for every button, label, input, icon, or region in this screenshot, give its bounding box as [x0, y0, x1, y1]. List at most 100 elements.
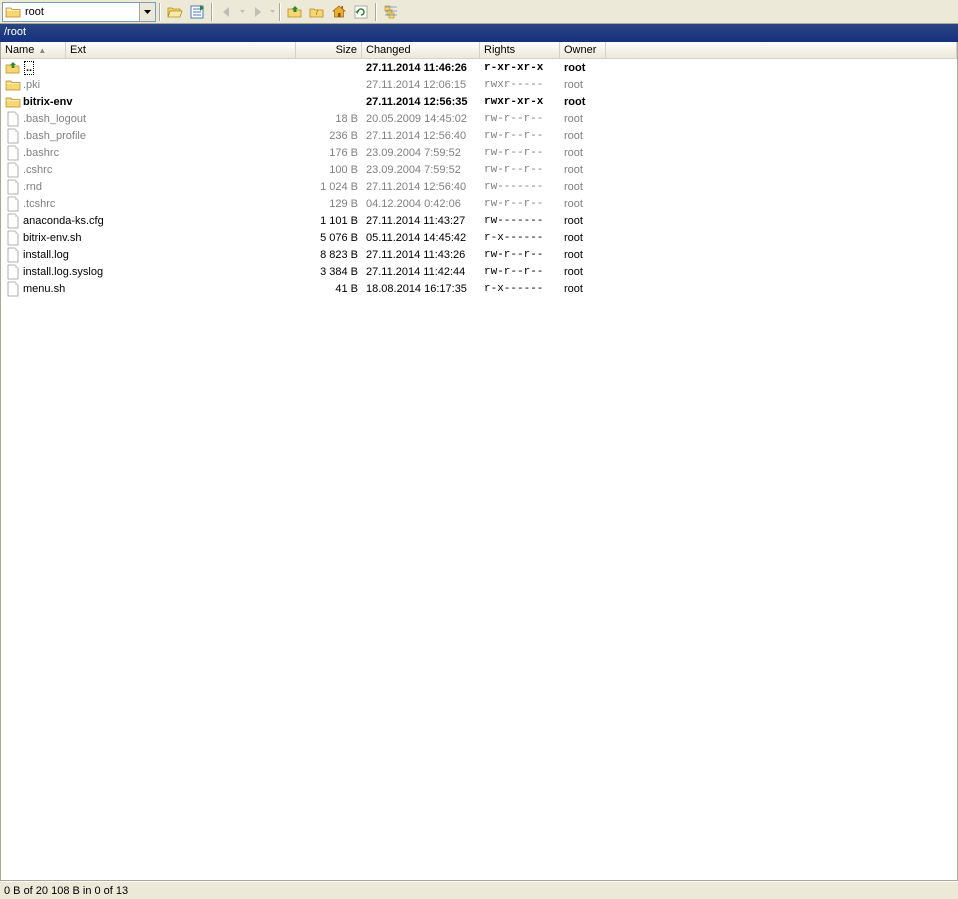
file-name-text: .bash_logout: [23, 113, 86, 125]
file-list[interactable]: ..27.11.2014 11:46:26r-xr-xr-xroot.pki27…: [1, 59, 957, 880]
svg-text:/: /: [316, 10, 318, 17]
file-size-cell: 100 B: [296, 164, 362, 176]
file-changed-cell: 20.05.2009 14:45:02: [362, 113, 480, 125]
file-size-cell: 176 B: [296, 147, 362, 159]
parent-folder-button[interactable]: [284, 1, 306, 23]
status-text: 0 B of 20 108 B in 0 of 13: [4, 885, 128, 897]
file-owner-cell: root: [560, 164, 606, 176]
back-button[interactable]: [216, 1, 238, 23]
col-header-owner[interactable]: Owner: [560, 42, 606, 58]
file-icon: [5, 179, 21, 195]
file-rights-cell: r-x------: [480, 283, 560, 295]
file-owner-cell: root: [560, 96, 606, 108]
file-name-cell: menu.sh: [1, 281, 296, 297]
file-row[interactable]: bitrix-env.sh5 076 B05.11.2014 14:45:42r…: [1, 229, 957, 246]
col-header-rights[interactable]: Rights: [480, 42, 560, 58]
file-row[interactable]: .bash_logout18 B20.05.2009 14:45:02rw-r-…: [1, 110, 957, 127]
back-dropdown[interactable]: [238, 10, 246, 13]
sort-ascending-icon: ▲: [38, 46, 46, 55]
file-name-cell: ..: [1, 60, 296, 76]
file-row[interactable]: menu.sh41 B18.08.2014 16:17:35r-x------r…: [1, 280, 957, 297]
file-icon: [5, 281, 21, 297]
file-name-cell: .bash_profile: [1, 128, 296, 144]
file-changed-cell: 05.11.2014 14:45:42: [362, 232, 480, 244]
file-name-cell: install.log: [1, 247, 296, 263]
root-folder-button[interactable]: /: [306, 1, 328, 23]
file-owner-cell: root: [560, 147, 606, 159]
file-name-cell: install.log.syslog: [1, 264, 296, 280]
file-rights-cell: rw-r--r--: [480, 130, 560, 142]
file-rights-cell: rw-r--r--: [480, 164, 560, 176]
file-row[interactable]: anaconda-ks.cfg1 101 B27.11.2014 11:43:2…: [1, 212, 957, 229]
file-changed-cell: 18.08.2014 16:17:35: [362, 283, 480, 295]
file-name-cell: .tcshrc: [1, 196, 296, 212]
file-rights-cell: rw-r--r--: [480, 198, 560, 210]
file-name-text: .pki: [23, 79, 40, 91]
col-header-size[interactable]: Size: [296, 42, 362, 58]
path-selector: [2, 2, 156, 22]
file-name-text: .bashrc: [23, 147, 59, 159]
file-row[interactable]: .tcshrc129 B04.12.2004 0:42:06rw-r--r--r…: [1, 195, 957, 212]
file-icon: [5, 213, 21, 229]
file-icon: [5, 111, 21, 127]
forward-dropdown[interactable]: [268, 10, 276, 13]
file-row[interactable]: install.log.syslog3 384 B27.11.2014 11:4…: [1, 263, 957, 280]
file-row[interactable]: .cshrc100 B23.09.2004 7:59:52rw-r--r--ro…: [1, 161, 957, 178]
file-owner-cell: root: [560, 113, 606, 125]
home-button[interactable]: [328, 1, 350, 23]
file-row[interactable]: ..27.11.2014 11:46:26r-xr-xr-xroot: [1, 59, 957, 76]
path-dropdown-button[interactable]: [139, 3, 155, 21]
open-folder-button[interactable]: [164, 1, 186, 23]
file-owner-cell: root: [560, 79, 606, 91]
file-rights-cell: rw-------: [480, 181, 560, 193]
file-changed-cell: 27.11.2014 12:56:40: [362, 130, 480, 142]
file-owner-cell: root: [560, 130, 606, 142]
file-changed-cell: 23.09.2004 7:59:52: [362, 147, 480, 159]
file-owner-cell: root: [560, 249, 606, 261]
file-row[interactable]: bitrix-env 27.11.2014 12:56:35rwxr-xr-xro…: [1, 93, 957, 110]
file-name-text: .rnd: [23, 181, 42, 193]
file-row[interactable]: .bash_profile236 B27.11.2014 12:56:40rw-…: [1, 127, 957, 144]
col-header-changed[interactable]: Changed: [362, 42, 480, 58]
file-name-cell: anaconda-ks.cfg: [1, 213, 296, 229]
col-header-ext[interactable]: Ext: [66, 42, 296, 58]
file-name-text: bitrix-env: [23, 96, 73, 108]
status-bar: 0 B of 20 108 B in 0 of 13: [0, 881, 958, 899]
file-name-text: ..: [24, 61, 34, 75]
file-owner-cell: root: [560, 62, 606, 74]
refresh-list-button[interactable]: [186, 1, 208, 23]
file-rights-cell: rw-r--r--: [480, 147, 560, 159]
file-row[interactable]: install.log8 823 B27.11.2014 11:43:26rw-…: [1, 246, 957, 263]
file-rights-cell: rwxr-----: [480, 79, 560, 91]
current-path-bar: /root: [0, 24, 958, 42]
file-size-cell: 129 B: [296, 198, 362, 210]
file-rights-cell: r-xr-xr-x: [480, 62, 560, 74]
file-name-cell: .bashrc: [1, 145, 296, 161]
file-size-cell: 8 823 B: [296, 249, 362, 261]
forward-button[interactable]: [246, 1, 268, 23]
path-input[interactable]: [23, 5, 139, 19]
file-rights-cell: rwxr-xr-x: [480, 96, 560, 108]
file-rights-cell: rw-r--r--: [480, 249, 560, 261]
find-button[interactable]: [380, 1, 402, 23]
refresh-button[interactable]: [350, 1, 372, 23]
file-row[interactable]: .bashrc 176 B23.09.2004 7:59:52rw-r--r--r…: [1, 144, 957, 161]
folder-icon: [5, 94, 21, 110]
file-changed-cell: 27.11.2014 12:56:35: [362, 96, 480, 108]
col-header-name[interactable]: Name ▲: [1, 42, 66, 58]
file-icon: [5, 230, 21, 246]
file-row[interactable]: .pki27.11.2014 12:06:15rwxr-----root: [1, 76, 957, 93]
file-name-text: install.log.syslog: [23, 266, 103, 278]
col-header-name-label: Name: [5, 44, 34, 56]
file-row[interactable]: .rnd1 024 B27.11.2014 12:56:40rw-------r…: [1, 178, 957, 195]
file-name-text: install.log: [23, 249, 69, 261]
file-owner-cell: root: [560, 215, 606, 227]
file-icon: [5, 128, 21, 144]
file-name-cell: bitrix-env: [1, 94, 296, 110]
separator: [375, 3, 377, 21]
file-icon: [5, 162, 21, 178]
file-rights-cell: rw-r--r--: [480, 113, 560, 125]
file-rights-cell: rw-r--r--: [480, 266, 560, 278]
file-icon: [5, 145, 21, 161]
file-name-text: menu.sh: [23, 283, 65, 295]
